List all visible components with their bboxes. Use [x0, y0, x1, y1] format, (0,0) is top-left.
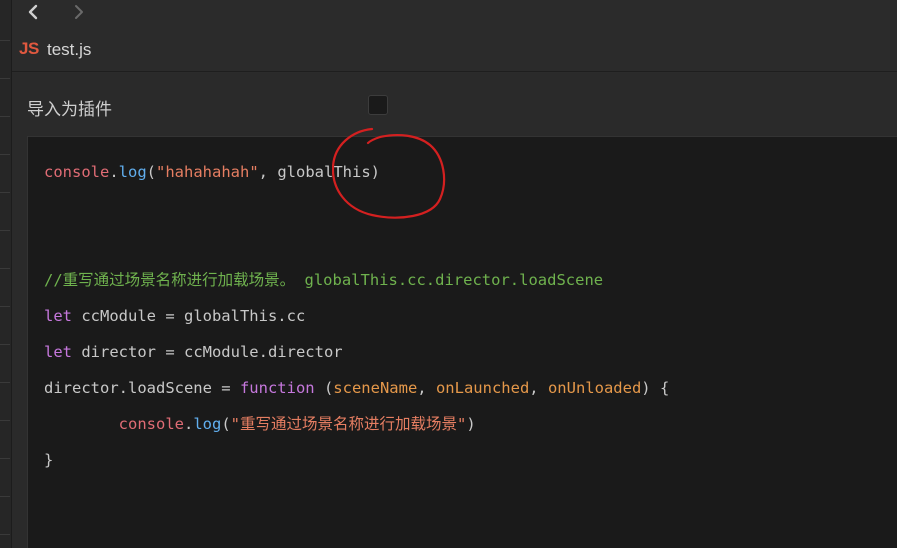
code-token: ccModule = globalThis.cc: [72, 307, 306, 325]
back-button[interactable]: [22, 2, 44, 22]
code-line: let director = ccModule.director: [44, 341, 669, 377]
code-token: log: [118, 163, 147, 181]
code-token: //重写通过场景名称进行加载场景。 globalThis.cc.director…: [44, 271, 604, 289]
code-token: director.loadScene =: [44, 379, 240, 397]
code-token: "hahahahah": [156, 163, 259, 181]
code-line: let ccModule = globalThis.cc: [44, 305, 669, 341]
code-token: console: [44, 163, 110, 181]
rail-divider: [0, 306, 10, 307]
code-content: console.log("hahahahah", globalThis) //重…: [44, 161, 669, 485]
code-token: function: [239, 379, 315, 397]
file-name: test.js: [47, 40, 92, 59]
code-token: .: [183, 415, 194, 433]
rail-divider: [0, 230, 10, 231]
code-token: sceneName: [333, 379, 418, 397]
code-token: }: [44, 451, 54, 469]
code-token: .: [109, 163, 119, 181]
rail-divider: [0, 382, 10, 383]
rail-divider: [0, 40, 10, 41]
code-line: //重写通过场景名称进行加载场景。 globalThis.cc.director…: [44, 269, 669, 305]
code-token: let: [44, 307, 72, 325]
left-rail: [0, 0, 12, 548]
rail-divider: [0, 344, 10, 345]
import-as-plugin-label: 导入为插件: [27, 100, 112, 119]
chevron-right-icon: [75, 5, 83, 19]
rail-divider: [0, 534, 10, 535]
rail-divider: [0, 458, 10, 459]
code-token: ,: [417, 379, 436, 397]
rail-divider: [0, 154, 10, 155]
code-token: , globalThis): [258, 163, 380, 181]
code-line: director.loadScene = function (sceneName…: [44, 377, 669, 413]
rail-divider: [0, 78, 10, 79]
rail-divider: [0, 420, 10, 421]
rail-divider: [0, 116, 10, 117]
code-token: onLaunched: [435, 379, 530, 397]
code-line: console.log("重写通过场景名称进行加载场景"): [44, 413, 669, 449]
file-header: JS test.js: [12, 26, 897, 72]
navigation-bar: [12, 0, 897, 26]
rail-divider: [0, 496, 10, 497]
code-token: let: [44, 343, 72, 361]
rail-divider: [0, 192, 10, 193]
code-line: console.log("hahahahah", globalThis): [44, 161, 669, 197]
js-file-icon: JS: [19, 39, 39, 58]
forward-button[interactable]: [68, 2, 90, 22]
code-line: }: [44, 449, 669, 485]
code-token: "重写通过场景名称进行加载场景": [230, 415, 467, 433]
code-token: ): [466, 415, 476, 433]
code-token: (: [314, 379, 334, 397]
code-token: log: [193, 415, 222, 433]
inspector-panel: 导入为插件 console.log("hahahahah", globalThi…: [12, 73, 897, 548]
code-token: console: [118, 415, 184, 433]
code-token: onUnloaded: [547, 379, 642, 397]
rail-divider: [0, 268, 10, 269]
code-token: (: [146, 163, 157, 181]
code-preview: console.log("hahahahah", globalThis) //重…: [27, 136, 897, 548]
code-token: (: [221, 415, 231, 433]
import-as-plugin-checkbox[interactable]: [368, 95, 388, 115]
code-token: ) {: [641, 379, 670, 397]
code-token: director = ccModule.director: [72, 343, 343, 361]
chevron-left-icon: [28, 4, 38, 20]
code-token: ,: [529, 379, 548, 397]
